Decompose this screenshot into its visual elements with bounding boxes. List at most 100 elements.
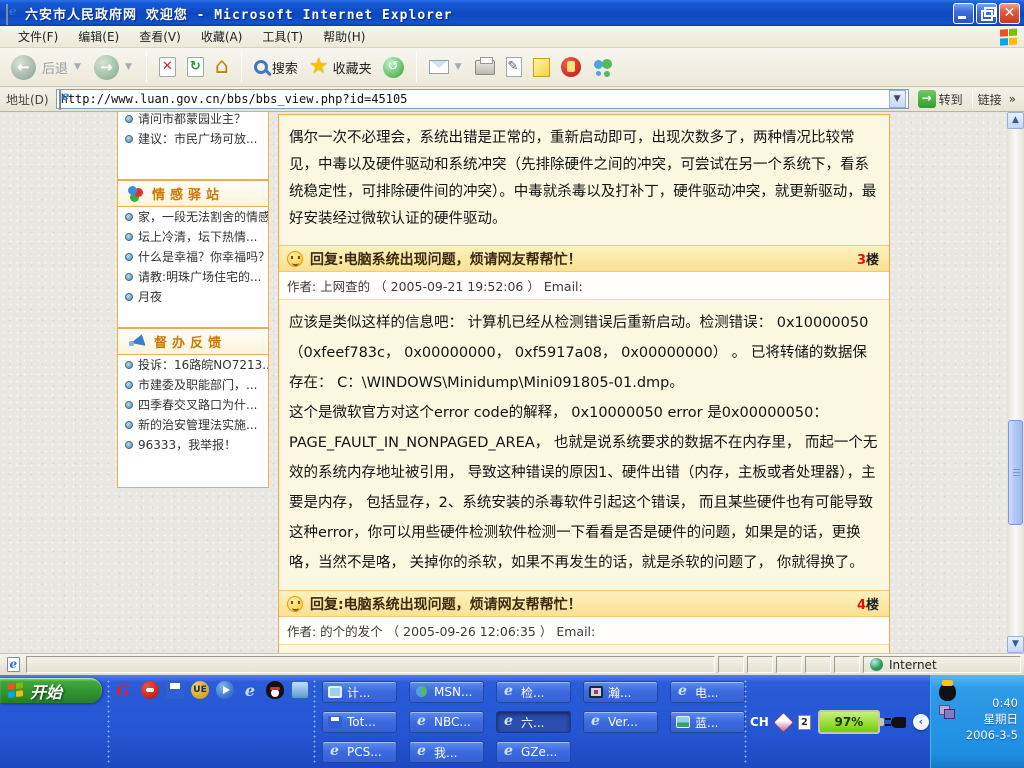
links-overflow-chevron[interactable]: » — [1009, 92, 1016, 106]
task-button[interactable]: 我... — [409, 741, 484, 763]
mail-dropdown-icon[interactable]: ▼ — [455, 62, 462, 72]
task-button[interactable]: 检... — [496, 681, 571, 703]
task-label: 我... — [434, 744, 457, 761]
links-label[interactable]: 链接 — [978, 91, 1002, 108]
section-header: 情感驿站 — [118, 181, 268, 207]
system-tray: CH 2 97% ‹ — [750, 709, 929, 735]
go-button[interactable]: → 转到 — [914, 89, 967, 109]
sidebar-link[interactable]: 家，一段无法割舍的情感 — [118, 207, 268, 227]
task-button[interactable]: GZe... — [496, 741, 571, 763]
battery-indicator[interactable]: 97% — [818, 710, 880, 734]
sidebar-link[interactable]: 请问市都蒙园业主？ — [118, 112, 268, 129]
scroll-up-icon[interactable]: ▲ — [1007, 112, 1024, 129]
sidebar-link[interactable]: 96333，我举报！ — [118, 435, 268, 455]
edit-button[interactable] — [503, 55, 525, 79]
task-button[interactable]: PCS... — [322, 741, 397, 763]
sidebar-link[interactable]: 请教:明珠广场住宅的... — [118, 267, 268, 287]
menu-edit[interactable]: 编辑(E) — [68, 26, 129, 47]
home-button[interactable]: ⌂ — [212, 55, 232, 79]
ime-icon[interactable] — [773, 711, 794, 732]
sidebar-link-label: 新的治安管理法实施... — [138, 418, 257, 432]
task-button-active[interactable]: 六... — [496, 711, 571, 733]
clock-panel[interactable]: 0:40 星期日 2006-3-5 — [930, 675, 1024, 768]
search-button[interactable]: 搜索 — [251, 56, 301, 79]
sidebar-link[interactable]: 新的治安管理法实施... — [118, 415, 268, 435]
ie-icon — [676, 686, 690, 698]
minimize-button[interactable] — [953, 3, 974, 24]
sidebar-link[interactable]: 坛上冷清，坛下热情... — [118, 227, 268, 247]
flashget-icon[interactable]: G — [116, 681, 134, 699]
back-button[interactable]: ← 后退 ▼ — [8, 53, 86, 82]
stop-button[interactable] — [156, 55, 179, 79]
history-button[interactable]: ↺ — [380, 55, 407, 80]
address-dropdown-icon[interactable]: ▼ — [889, 90, 906, 108]
sidebar-link[interactable]: 建议：市民广场可放... — [118, 129, 268, 149]
task-button[interactable]: 电... — [670, 681, 745, 703]
menu-help[interactable]: 帮助(H) — [313, 26, 375, 47]
megaphone-icon — [128, 335, 146, 349]
task-button[interactable]: 瀚... — [583, 681, 658, 703]
media-player-icon[interactable] — [216, 681, 234, 699]
taskbar-divider[interactable] — [313, 679, 316, 764]
print-button[interactable] — [472, 58, 498, 77]
favorites-button[interactable]: ★ 收藏夹 — [306, 55, 375, 79]
refresh-icon — [187, 57, 204, 77]
tray-doc-icon[interactable]: 2 — [798, 715, 811, 730]
task-button[interactable]: Tot... — [322, 711, 397, 733]
start-button[interactable]: 开始 — [0, 678, 102, 703]
task-button[interactable]: MSN... — [409, 681, 484, 703]
scrollbar-thumb[interactable] — [1008, 420, 1023, 525]
ie-icon — [415, 746, 429, 758]
task-button[interactable]: 计... — [322, 681, 397, 703]
task-label: 检... — [521, 684, 544, 701]
ie-icon[interactable]: e — [241, 681, 259, 699]
ie-toolbar: ← 后退 ▼ → ▼ ⌂ 搜索 ★ 收藏夹 ↺ ▼ — [0, 48, 1024, 87]
sidebar-link[interactable]: 什么是幸福？你幸福吗？ — [118, 247, 268, 267]
taskbar-divider[interactable] — [744, 679, 747, 764]
forward-button[interactable]: → ▼ — [91, 53, 137, 82]
task-button[interactable]: Ver... — [583, 711, 658, 733]
bullet-icon — [125, 273, 133, 281]
task-button[interactable]: 蓝... — [670, 711, 745, 733]
post-body-text: 偶尔一次不必理会，系统出错是正常的，重新启动即可，出现次数多了，两种情况比较常见… — [279, 115, 889, 245]
status-page-icon — [3, 657, 23, 672]
scroll-down-icon[interactable]: ▼ — [1007, 636, 1024, 653]
sidebar-link[interactable]: 投诉：16路皖NO7213... — [118, 355, 268, 375]
sidebar-link[interactable]: 四季春交叉路口为什... — [118, 395, 268, 415]
forward-dropdown-icon[interactable]: ▼ — [125, 62, 132, 72]
security-tool-button[interactable] — [558, 55, 584, 79]
sidebar-link[interactable]: 市建委及职能部门，... — [118, 375, 268, 395]
network-tray-icon[interactable] — [939, 705, 954, 718]
smiley-icon — [287, 251, 303, 267]
task-button[interactable]: NBC... — [409, 711, 484, 733]
page-scrollbar[interactable]: ▲ ▼ — [1007, 112, 1024, 653]
mail-icon — [429, 60, 449, 74]
sidebar-link-label: 四季春交叉路口为什... — [138, 398, 257, 412]
menu-file[interactable]: 文件(F) — [8, 26, 68, 47]
menu-view[interactable]: 查看(V) — [129, 26, 191, 47]
refresh-button[interactable] — [184, 55, 207, 79]
back-label: 后退 — [42, 58, 68, 77]
close-button[interactable] — [999, 3, 1020, 24]
ultraedit-icon[interactable]: UE — [191, 681, 209, 699]
ie-icon — [502, 716, 516, 728]
taskbar-divider[interactable] — [107, 679, 110, 764]
menu-tools[interactable]: 工具(T) — [252, 26, 313, 47]
menu-favorites[interactable]: 收藏(A) — [191, 26, 253, 47]
power-plug-icon[interactable] — [891, 717, 906, 728]
mail-button[interactable]: ▼ — [426, 58, 467, 76]
floppy-icon[interactable] — [166, 681, 184, 699]
qq-icon[interactable] — [266, 681, 284, 699]
address-input[interactable] — [61, 92, 889, 106]
messenger-button[interactable] — [589, 56, 617, 78]
antivirus-icon[interactable] — [141, 681, 159, 699]
back-dropdown-icon[interactable]: ▼ — [74, 62, 81, 72]
language-indicator[interactable]: CH — [750, 715, 769, 729]
windows-logo-icon — [1000, 28, 1018, 45]
restore-button[interactable] — [976, 3, 997, 24]
windows-theme-icon[interactable] — [291, 681, 309, 699]
qq-tray-icon[interactable] — [939, 683, 956, 701]
tray-collapse-icon[interactable]: ‹ — [913, 714, 929, 730]
discuss-button[interactable] — [530, 56, 553, 79]
sidebar-link[interactable]: 月夜 — [118, 287, 268, 307]
